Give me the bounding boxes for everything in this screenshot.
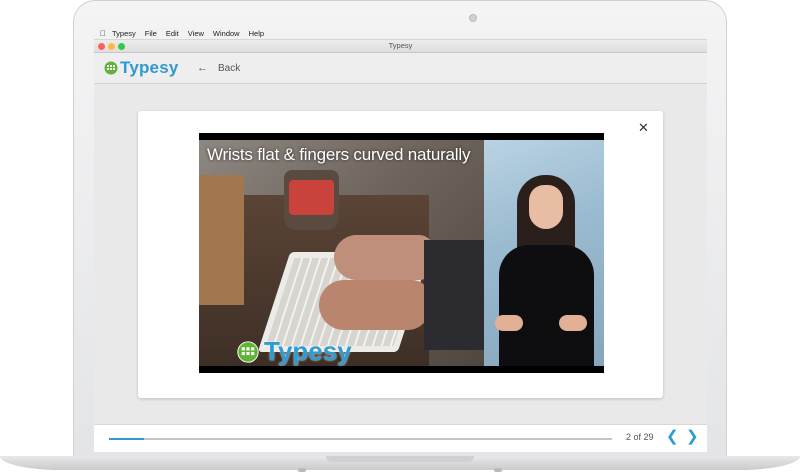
page-indicator: 2 of 29	[626, 432, 654, 442]
video-watermark: Typesy	[237, 336, 352, 366]
presenter-hand	[495, 315, 523, 331]
video-headline: Wrists flat & fingers curved naturally	[207, 145, 471, 164]
presenter-body	[499, 245, 594, 366]
apple-icon[interactable]: 	[94, 29, 112, 38]
back-button[interactable]: ← Back	[197, 62, 240, 74]
menu-item-edit[interactable]: Edit	[166, 29, 179, 38]
video-frame: Wrists flat & fingers curved naturally T…	[199, 140, 604, 366]
shelf	[199, 175, 244, 305]
progress-bar	[109, 438, 612, 440]
app-screen:  Typesy File Edit View Window Help Type…	[94, 27, 707, 452]
lesson-card: ✕ Wrists flat & fingers curved naturally	[138, 111, 663, 398]
laptop-foot	[494, 468, 502, 472]
presenter-face	[529, 185, 563, 229]
typesy-watermark-icon	[237, 340, 259, 363]
window-titlebar: Typesy	[94, 40, 707, 53]
typesy-logo[interactable]: Typesy	[104, 58, 179, 78]
chevron-left-icon[interactable]: ❮	[666, 429, 679, 444]
laptop-notch	[326, 456, 474, 462]
sleeve-image	[424, 240, 484, 350]
menu-item-typesy[interactable]: Typesy	[112, 29, 136, 38]
progress-fill	[109, 438, 144, 440]
menu-bar:  Typesy File Edit View Window Help	[94, 27, 707, 40]
menu-item-help[interactable]: Help	[249, 29, 264, 38]
lesson-video[interactable]: Wrists flat & fingers curved naturally T…	[199, 133, 604, 373]
jar-label	[289, 180, 334, 215]
arrow-left-icon: ←	[197, 62, 208, 74]
close-icon[interactable]: ✕	[638, 121, 649, 134]
back-label: Back	[218, 62, 241, 74]
menu-item-window[interactable]: Window	[213, 29, 240, 38]
typesy-logo-icon	[104, 61, 118, 75]
watermark-text: Typesy	[264, 336, 352, 366]
logo-text: Typesy	[120, 58, 179, 77]
menu-item-view[interactable]: View	[188, 29, 204, 38]
hand-image	[334, 235, 434, 280]
app-header: Typesy ← Back	[94, 53, 707, 84]
lesson-footer: 2 of 29 ❮ ❯	[94, 424, 707, 452]
hand-image	[319, 280, 429, 330]
laptop-foot	[298, 468, 306, 472]
window-title: Typesy	[388, 41, 413, 50]
chevron-right-icon[interactable]: ❯	[686, 429, 699, 444]
camera-icon	[469, 14, 477, 22]
presenter-hand	[559, 315, 587, 331]
menu-item-file[interactable]: File	[145, 29, 157, 38]
